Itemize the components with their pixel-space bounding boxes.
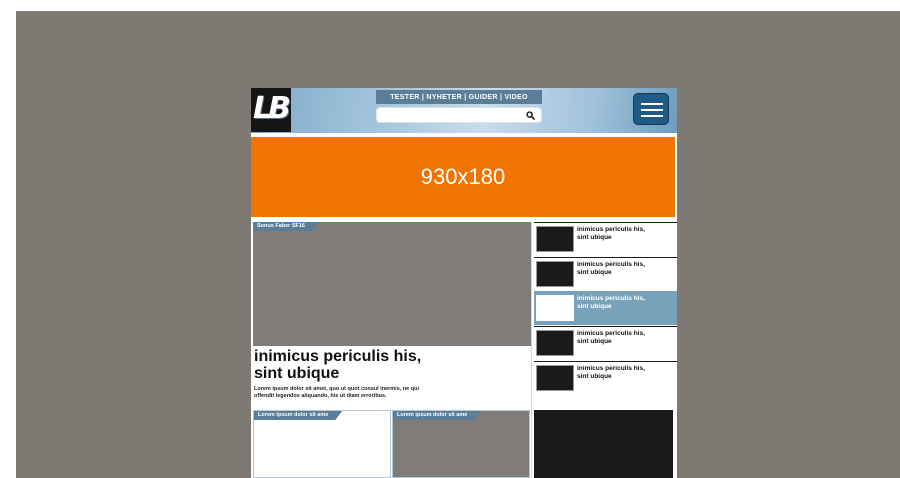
sidebar-article-thumbnail[interactable] (536, 330, 574, 356)
column-divider (531, 222, 532, 478)
featured-title-line-1: inimicus periculis his, (254, 348, 422, 365)
sidebar-article-thumbnail[interactable] (536, 261, 574, 287)
site-header: LB TESTER | NYHETER | GUIDER | VIDEO (251, 88, 677, 133)
sidebar-article-item[interactable]: inimicus periculis his, sint ubique (534, 326, 677, 360)
search-input[interactable] (381, 109, 521, 121)
site-logo[interactable]: LB (251, 88, 291, 132)
search-icon[interactable] (526, 111, 535, 120)
sidebar-title-line-1: inimicus periculis his, (577, 261, 645, 268)
featured-article-title[interactable]: inimicus periculis his, sint ubique (254, 348, 524, 382)
sidebar-title-line-1: inimicus periculis his, (577, 295, 645, 302)
sidebar-article-item-active[interactable]: inimicus periculis his, sint ubique (534, 291, 677, 325)
bottom-article-card[interactable]: Lorem ipsum dolor sit ame (253, 410, 391, 478)
sidebar-article-item[interactable]: inimicus periculis his, sint ubique (534, 257, 677, 291)
featured-title-line-2: sint ubique (254, 365, 340, 382)
featured-summary-line-2: offendit legendos aliquando, his ut diam… (254, 393, 387, 399)
logo-text: LB (253, 91, 291, 126)
sidebar-article-item[interactable]: inimicus periculis his, sint ubique (534, 222, 677, 256)
sidebar-title-line-2: sint ubique (577, 337, 612, 345)
search-box (376, 107, 542, 123)
page-frame: LB TESTER | NYHETER | GUIDER | VIDEO 930… (251, 88, 677, 478)
nav-links[interactable]: TESTER | NYHETER | GUIDER | VIDEO (390, 94, 528, 101)
sidebar-title-line-2: sint ubique (577, 302, 612, 310)
sidebar-article-title[interactable]: inimicus periculis his, sint ubique (577, 295, 667, 310)
featured-article-tag[interactable]: Sonus Faber SF16 (253, 222, 319, 231)
sidebar-title-line-2: sint ubique (577, 233, 612, 241)
sidebar-title-line-1: inimicus periculis his, (577, 330, 645, 337)
sidebar-article-item[interactable]: inimicus periculis his, sint ubique (534, 361, 677, 395)
sidebar-article-thumbnail[interactable] (536, 226, 574, 252)
ad-size-label: 930x180 (420, 164, 506, 189)
sidebar-article-thumbnail[interactable] (536, 295, 574, 321)
sidebar-article-title[interactable]: inimicus periculis his, sint ubique (577, 261, 667, 276)
sidebar-title-line-1: inimicus periculis his, (577, 226, 645, 233)
sidebar-article-list: inimicus periculis his, sint ubique inim… (534, 222, 677, 408)
bottom-article-tag[interactable]: Lorem ipsum dolor sit ame (393, 411, 481, 420)
sidebar-article-thumbnail[interactable] (536, 365, 574, 391)
sidebar-article-title[interactable]: inimicus periculis his, sint ubique (577, 365, 667, 380)
featured-summary-line-1: Lorem ipsum dolor sit amet, quo ut quot … (254, 386, 420, 392)
bottom-article-card[interactable]: Lorem ipsum dolor sit ame (392, 410, 530, 478)
bottom-media-block[interactable] (534, 410, 673, 478)
featured-article-image[interactable]: Sonus Faber SF16 (253, 222, 532, 346)
menu-button[interactable] (633, 93, 669, 125)
sidebar-title-line-2: sint ubique (577, 372, 612, 380)
sidebar-article-title[interactable]: inimicus periculis his, sint ubique (577, 330, 667, 345)
sidebar-article-title[interactable]: inimicus periculis his, sint ubique (577, 226, 667, 241)
bottom-article-tag[interactable]: Lorem ipsum dolor sit ame (254, 411, 342, 420)
featured-article-summary: Lorem ipsum dolor sit amet, quo ut quot … (254, 386, 474, 400)
ad-banner[interactable]: 930x180 (251, 137, 675, 217)
main-nav[interactable]: TESTER | NYHETER | GUIDER | VIDEO (376, 90, 542, 104)
sidebar-title-line-2: sint ubique (577, 268, 612, 276)
sidebar-title-line-1: inimicus periculis his, (577, 365, 645, 372)
featured-article[interactable]: Sonus Faber SF16 inimicus periculis his,… (253, 222, 532, 409)
